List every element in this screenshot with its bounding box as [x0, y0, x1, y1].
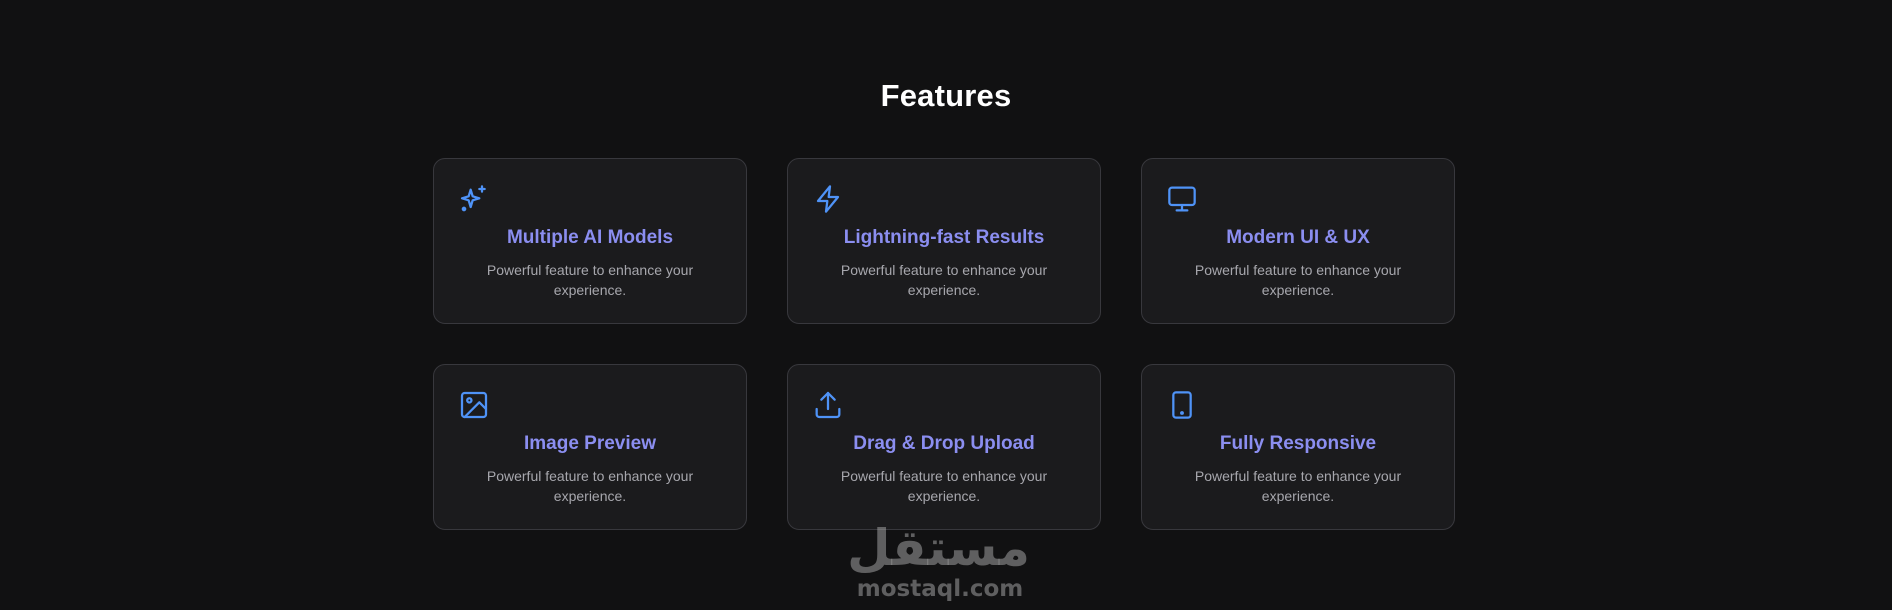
feature-description: Powerful feature to enhance your experie…: [1194, 468, 1402, 504]
section-title: Features: [880, 78, 1012, 113]
feature-title: Fully Responsive: [1219, 433, 1377, 454]
monitor-icon: [1166, 183, 1198, 215]
feature-card-modern-ui-ux: Modern UI & UX Powerful feature to enhan…: [1141, 158, 1455, 324]
feature-title: Drag & Drop Upload: [853, 433, 1035, 454]
tablet-icon: [1166, 389, 1198, 421]
feature-description: Powerful feature to enhance your experie…: [486, 468, 694, 504]
feature-card-fully-responsive: Fully Responsive Powerful feature to enh…: [1141, 364, 1455, 530]
feature-description: Powerful feature to enhance your experie…: [840, 262, 1048, 298]
feature-title: Multiple AI Models: [506, 227, 674, 248]
lightning-icon: [812, 183, 844, 215]
feature-card-image-preview: Image Preview Powerful feature to enhanc…: [433, 364, 747, 530]
feature-card-drag-drop-upload: Drag & Drop Upload Powerful feature to e…: [787, 364, 1101, 530]
feature-card-multiple-ai-models: Multiple AI Models Powerful feature to e…: [433, 158, 747, 324]
mostaql-watermark: مستقل mostaql.com: [847, 519, 1030, 602]
feature-description: Powerful feature to enhance your experie…: [486, 262, 694, 298]
upload-icon: [812, 389, 844, 421]
features-grid: Multiple AI Models Powerful feature to e…: [433, 158, 1455, 530]
feature-title: Lightning-fast Results: [843, 227, 1045, 248]
feature-card-lightning-fast-results: Lightning-fast Results Powerful feature …: [787, 158, 1101, 324]
features-page: Features Multiple AI Models Powerful fea…: [0, 0, 1892, 610]
feature-description: Powerful feature to enhance your experie…: [840, 468, 1048, 504]
sparkles-icon: [458, 183, 490, 215]
image-icon: [458, 389, 490, 421]
watermark-arabic-text: مستقل: [847, 519, 1030, 577]
feature-description: Powerful feature to enhance your experie…: [1194, 262, 1402, 298]
feature-title: Image Preview: [523, 433, 657, 454]
watermark-latin-text: mostaql.com: [856, 576, 1024, 602]
feature-title: Modern UI & UX: [1226, 227, 1370, 248]
